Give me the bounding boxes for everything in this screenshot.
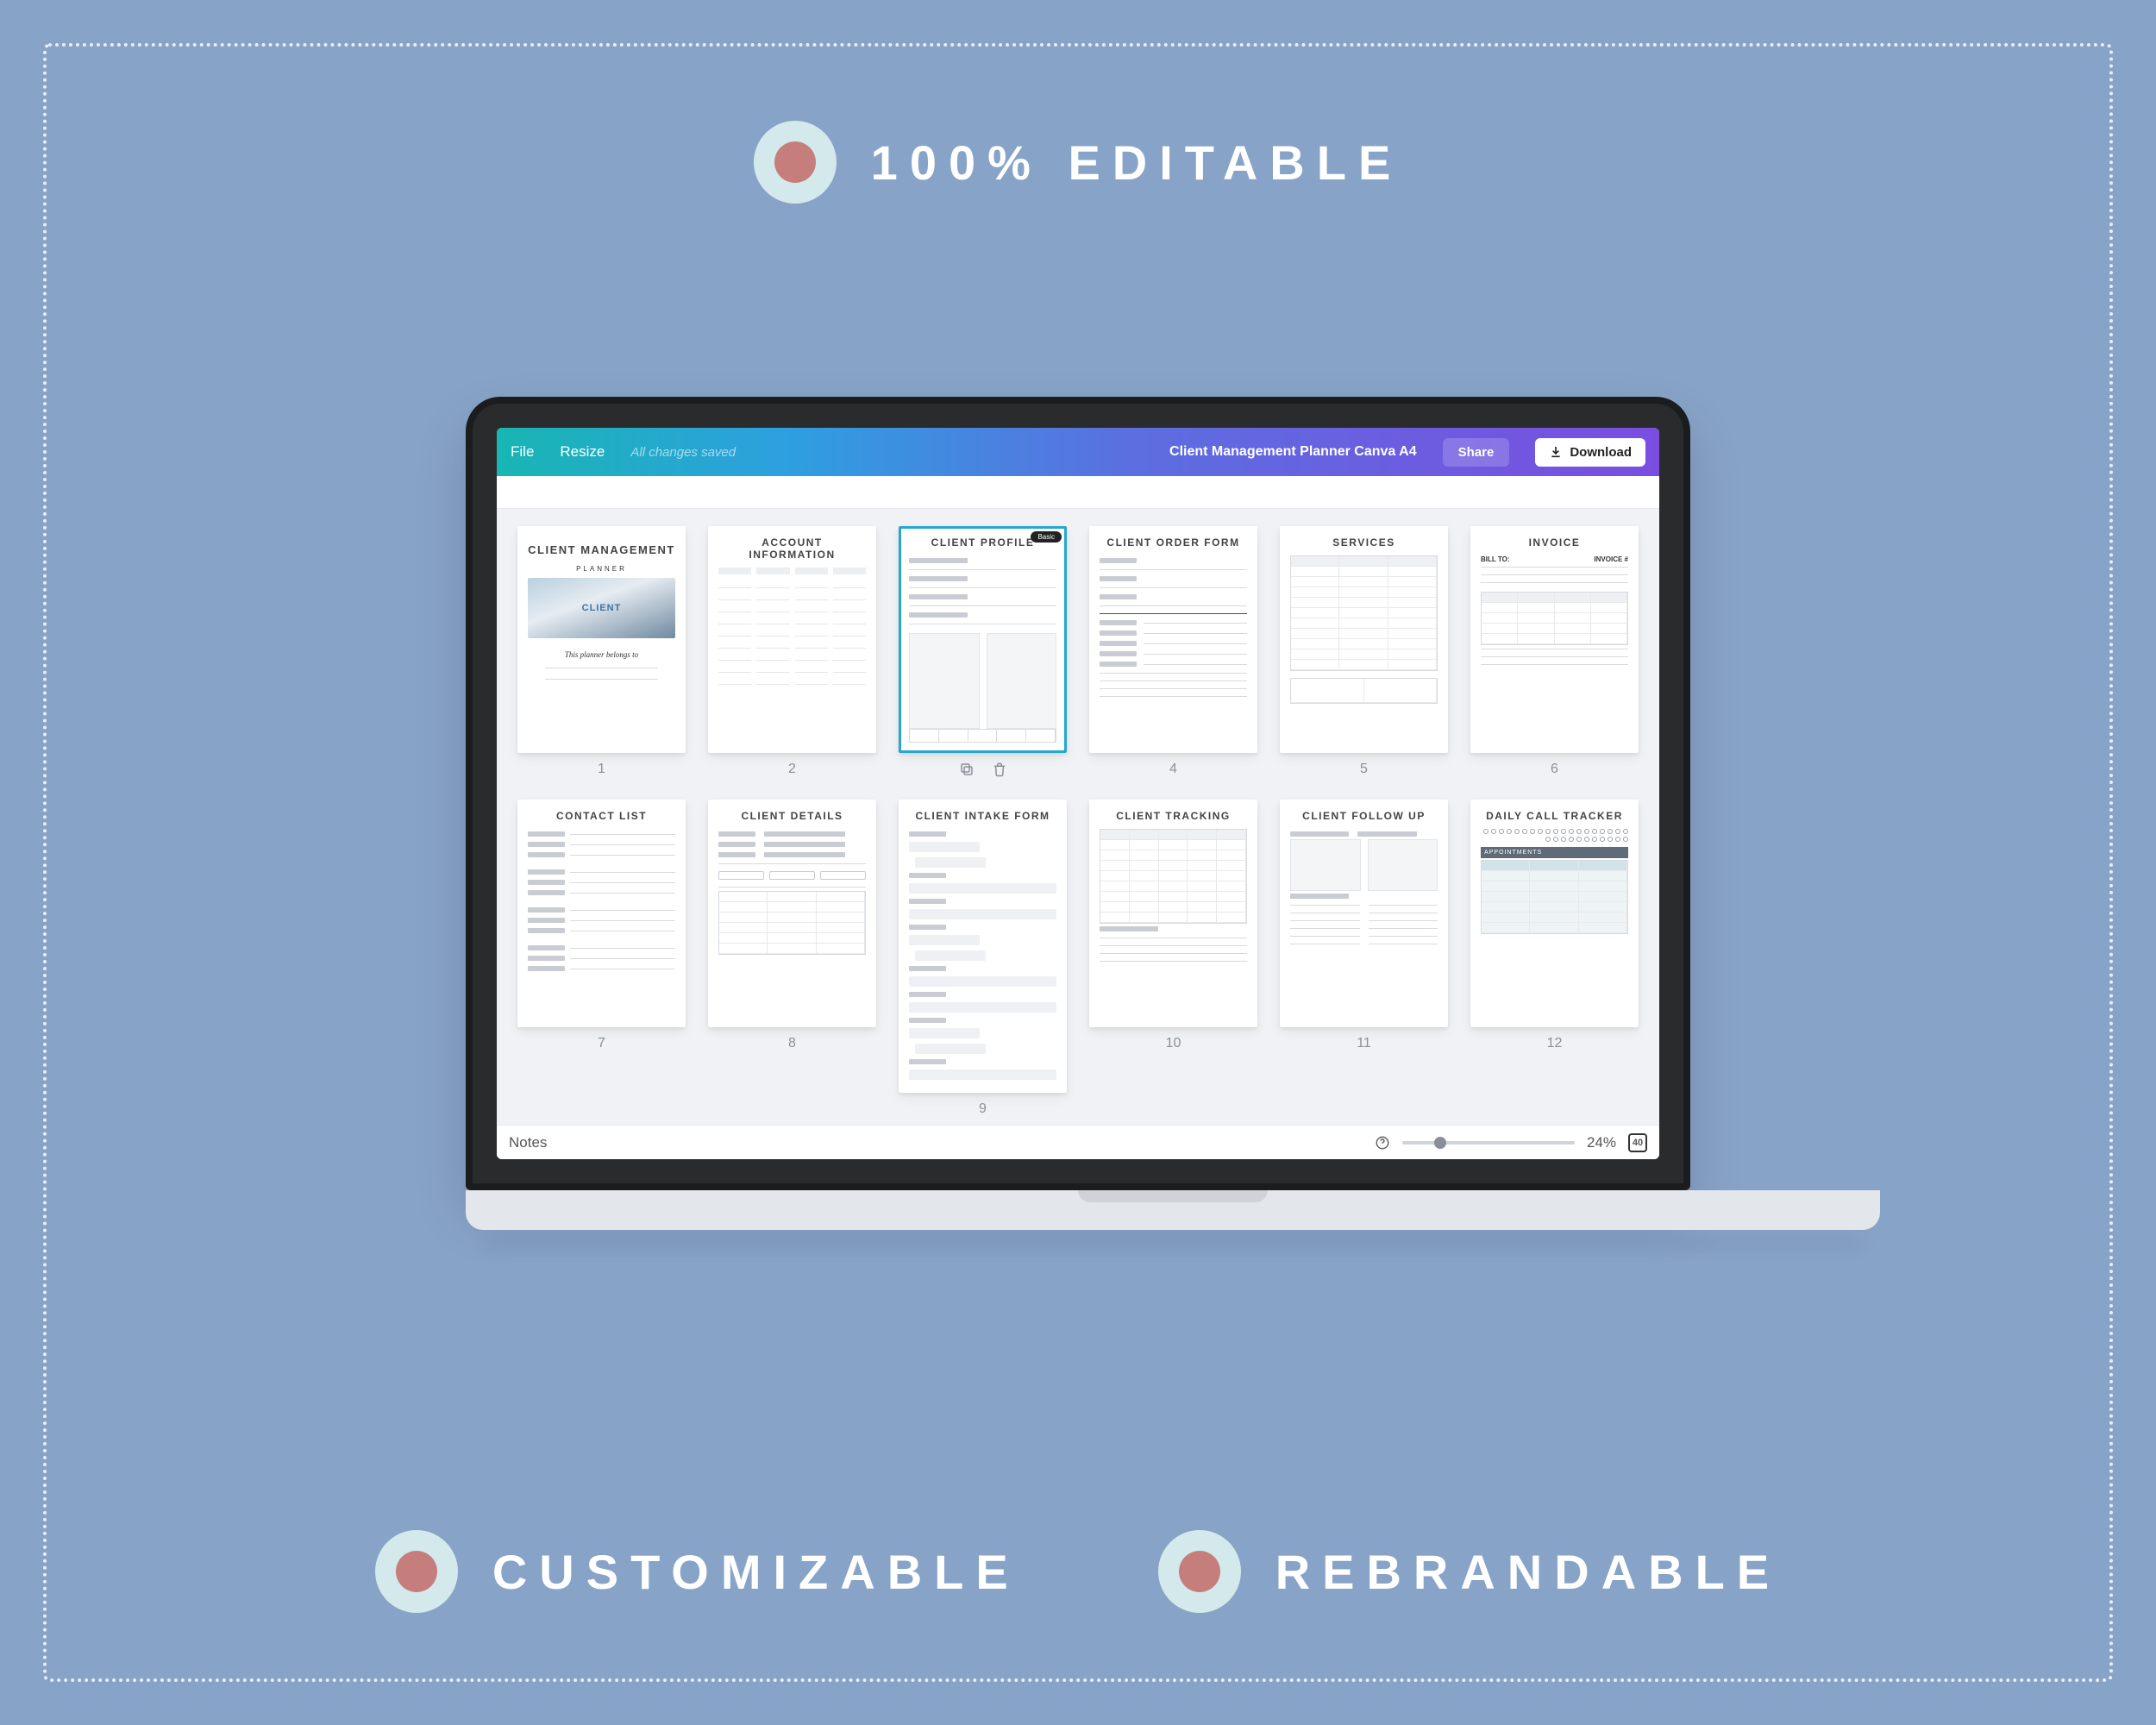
- page-tools: [959, 762, 1007, 777]
- page-number: 10: [1166, 1036, 1181, 1051]
- menu-resize[interactable]: Resize: [560, 443, 605, 461]
- page-number: 9: [979, 1101, 987, 1117]
- page-5[interactable]: SERVICES: [1280, 526, 1448, 753]
- hero-bottom: CUSTOMIZABLE REBRANDABLE: [0, 1530, 2156, 1613]
- delete-icon[interactable]: [992, 762, 1007, 777]
- notes-button[interactable]: Notes: [509, 1134, 547, 1151]
- page-thumbnail[interactable]: CLIENT DETAILS 8: [708, 800, 876, 1117]
- page-4[interactable]: CLIENT ORDER FORM: [1089, 526, 1257, 753]
- page-thumbnail[interactable]: CLIENT FOLLOW UP 11: [1280, 800, 1448, 1117]
- save-status: All changes saved: [630, 445, 736, 460]
- download-icon: [1549, 445, 1563, 459]
- zoom-value: 24%: [1587, 1134, 1616, 1151]
- page-thumbnail[interactable]: CONTACT LIST 7: [517, 800, 686, 1117]
- page-number: 11: [1357, 1036, 1371, 1051]
- page-3[interactable]: CLIENT PROFILEBasic: [899, 526, 1067, 753]
- page-10[interactable]: CLIENT TRACKING: [1089, 800, 1257, 1026]
- page-thumbnail[interactable]: CLIENT TRACKING 10: [1089, 800, 1257, 1117]
- hero-top-text: 100% EDITABLE: [871, 135, 1403, 191]
- page-thumbnail[interactable]: SERVICES 5: [1280, 526, 1448, 777]
- page-thumbnail[interactable]: ACCOUNT INFORMATION 2: [708, 526, 876, 777]
- editor-topbar: File Resize All changes saved Client Man…: [497, 428, 1659, 476]
- hero-bottom-left-text: CUSTOMIZABLE: [492, 1544, 1020, 1600]
- document-title[interactable]: Client Management Planner Canva A4: [1169, 444, 1417, 460]
- editor-toolbar: [497, 476, 1659, 509]
- page-9[interactable]: CLIENT INTAKE FORM: [899, 800, 1067, 1093]
- page-number: 2: [788, 762, 796, 777]
- hero-top: 100% EDITABLE: [0, 121, 2156, 204]
- page-1[interactable]: CLIENT MANAGEMENTPLANNERCLIENTThis plann…: [517, 526, 686, 753]
- bullet-icon: [375, 1530, 458, 1613]
- pages-grid: CLIENT MANAGEMENTPLANNERCLIENTThis plann…: [517, 526, 1639, 1117]
- laptop-mockup: File Resize All changes saved Client Man…: [466, 397, 1690, 1230]
- page-2[interactable]: ACCOUNT INFORMATION: [708, 526, 876, 753]
- page-number: 1: [598, 762, 605, 777]
- grid-view-button[interactable]: 40: [1628, 1133, 1647, 1152]
- page-thumbnail[interactable]: DAILY CALL TRACKERAPPOINTMENTS 12: [1470, 800, 1639, 1117]
- page-7[interactable]: CONTACT LIST: [517, 800, 686, 1026]
- page-number: 5: [1360, 762, 1368, 777]
- page-8[interactable]: CLIENT DETAILS: [708, 800, 876, 1026]
- page-thumbnail[interactable]: INVOICEBILL TO:INVOICE # 6: [1470, 526, 1639, 777]
- zoom-slider[interactable]: [1402, 1141, 1575, 1145]
- help-icon[interactable]: [1375, 1135, 1390, 1151]
- page-thumbnail[interactable]: CLIENT INTAKE FORM 9: [899, 800, 1067, 1117]
- page-thumbnail[interactable]: CLIENT MANAGEMENTPLANNERCLIENTThis plann…: [517, 526, 686, 777]
- hero-bottom-right-text: REBRANDABLE: [1275, 1544, 1781, 1600]
- laptop-base: [466, 1190, 1880, 1230]
- download-button[interactable]: Download: [1535, 438, 1645, 467]
- page-number: 7: [598, 1036, 605, 1051]
- page-number: 6: [1551, 762, 1558, 777]
- editor-statusbar: Notes 24% 40: [497, 1125, 1659, 1159]
- editor-screen: File Resize All changes saved Client Man…: [497, 428, 1659, 1159]
- page-thumbnail[interactable]: CLIENT ORDER FORM 4: [1089, 526, 1257, 777]
- duplicate-icon[interactable]: [959, 762, 975, 777]
- share-button[interactable]: Share: [1443, 438, 1510, 467]
- page-number: 8: [788, 1036, 796, 1051]
- page-number: 4: [1169, 762, 1177, 777]
- bullet-icon: [1158, 1530, 1241, 1613]
- page-6[interactable]: INVOICEBILL TO:INVOICE #: [1470, 526, 1639, 753]
- bullet-icon: [754, 121, 837, 204]
- page-11[interactable]: CLIENT FOLLOW UP: [1280, 800, 1448, 1026]
- page-thumbnail[interactable]: CLIENT PROFILEBasic: [899, 526, 1067, 777]
- menu-file[interactable]: File: [511, 443, 534, 461]
- page-number: 12: [1547, 1036, 1563, 1051]
- page-12[interactable]: DAILY CALL TRACKERAPPOINTMENTS: [1470, 800, 1639, 1026]
